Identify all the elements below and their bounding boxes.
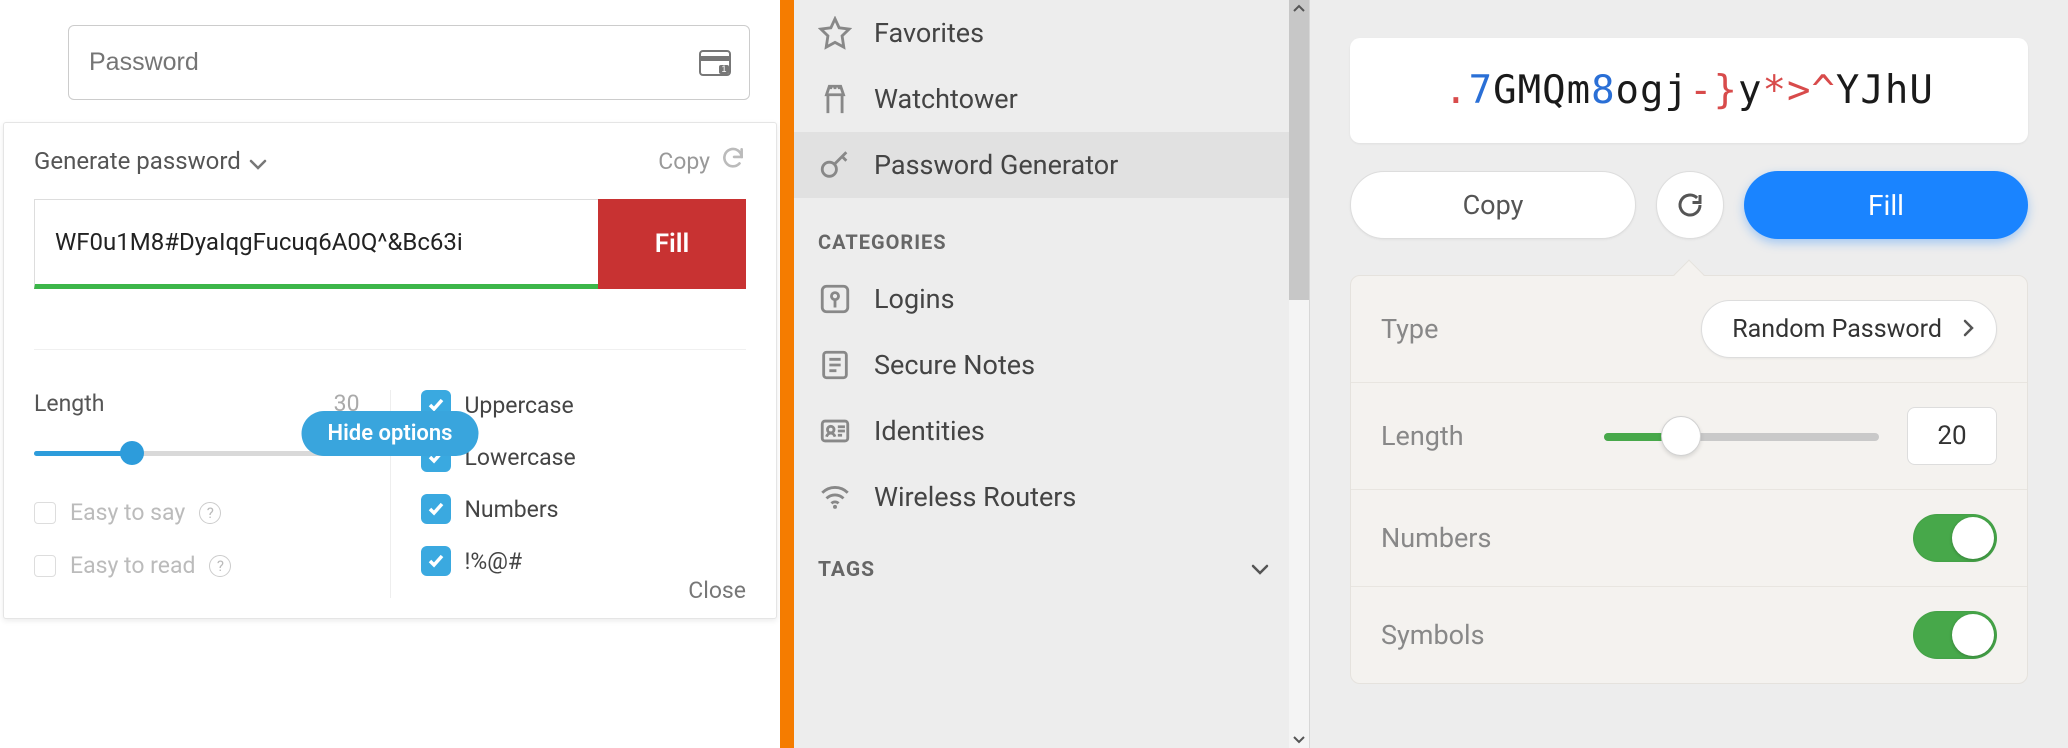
action-row: Copy Fill <box>1350 171 2028 239</box>
generate-title: Generate password <box>34 147 241 175</box>
sidebar-item-wireless-routers[interactable]: Wireless Routers <box>794 464 1309 530</box>
sidebar-item-secure-notes[interactable]: Secure Notes <box>794 332 1309 398</box>
sidebar-item-logins[interactable]: Logins <box>794 266 1309 332</box>
numbers-label: Numbers <box>1381 522 1491 554</box>
close-button[interactable]: Close <box>688 577 746 604</box>
password-field[interactable] <box>87 47 699 78</box>
id-icon <box>818 414 852 448</box>
uppercase-label: Uppercase <box>465 392 574 419</box>
tags-label: TAGS <box>818 558 875 582</box>
sidebar-label: Password Generator <box>874 149 1118 181</box>
lastpass-panel: 1 Generate password Copy WF0u1M8#DyaIqgF… <box>0 0 780 748</box>
wifi-icon <box>818 480 852 514</box>
numbers-label: Numbers <box>465 496 559 523</box>
copy-button[interactable]: Copy <box>658 145 746 177</box>
checkbox-icon <box>421 494 451 524</box>
panel-divider <box>780 0 794 748</box>
tower-icon <box>818 82 852 116</box>
type-selector[interactable]: Random Password <box>1701 300 1997 358</box>
categories-header: CATEGORIES <box>794 198 1309 266</box>
refresh-icon <box>1675 190 1705 220</box>
chevron-down-icon <box>249 149 267 177</box>
generated-password-display[interactable]: .7GMQm8ogj-}y*>^YJhU <box>1350 38 2028 143</box>
generate-password-card: Generate password Copy WF0u1M8#DyaIqgFuc… <box>3 122 777 619</box>
refresh-button[interactable] <box>1656 171 1724 239</box>
symbols-label: Symbols <box>1381 619 1485 651</box>
help-icon[interactable]: ? <box>209 555 231 577</box>
password-input-wrap: 1 <box>68 25 750 100</box>
type-value: Random Password <box>1732 315 1942 344</box>
onepassword-generator-panel: .7GMQm8ogj-}y*>^YJhU Copy Fill Type Rand… <box>1310 0 2068 748</box>
refresh-icon[interactable] <box>720 145 746 177</box>
generate-title-toggle[interactable]: Generate password <box>34 147 267 175</box>
symbols-checkbox[interactable]: !%@# <box>421 546 747 576</box>
sidebar-item-password-generator[interactable]: Password Generator <box>794 132 1309 198</box>
fill-button[interactable]: Fill <box>1744 171 2028 239</box>
onepassword-sidebar: Favorites Watchtower Password Generator … <box>794 0 1310 748</box>
sidebar-label: Wireless Routers <box>874 481 1076 513</box>
numbers-row: Numbers <box>1351 490 2027 587</box>
length-label: Length <box>1381 420 1464 452</box>
sidebar-label: Identities <box>874 415 985 447</box>
easy-to-say-option[interactable]: Easy to say ? <box>34 499 360 526</box>
easy-to-read-option[interactable]: Easy to read ? <box>34 552 360 579</box>
radio-icon <box>34 555 56 577</box>
radio-icon <box>34 502 56 524</box>
options-panel: Length 30 Easy to say ? Easy to read ? <box>34 349 746 598</box>
chevron-down-icon <box>1251 558 1269 582</box>
generate-header: Generate password Copy <box>4 123 776 199</box>
length-row: Length 20 <box>1351 383 2027 490</box>
copy-label: Copy <box>658 148 710 175</box>
scrollbar-thumb[interactable] <box>1289 0 1309 300</box>
symbols-row: Symbols <box>1351 587 2027 683</box>
help-icon[interactable]: ? <box>199 502 221 524</box>
sidebar-item-watchtower[interactable]: Watchtower <box>794 66 1309 132</box>
scrollbar[interactable] <box>1289 0 1309 748</box>
chevron-right-icon <box>1962 315 1974 344</box>
scroll-up-icon[interactable] <box>1291 0 1307 16</box>
tags-section-toggle[interactable]: TAGS <box>794 530 1309 596</box>
sidebar-label: Logins <box>874 283 955 315</box>
key-box-icon <box>818 282 852 316</box>
generated-password-row: WF0u1M8#DyaIqgFucuq6A0Q^&Bc63i Fill <box>34 199 746 289</box>
generated-password-output[interactable]: WF0u1M8#DyaIqgFucuq6A0Q^&Bc63i <box>34 199 598 289</box>
star-icon <box>818 16 852 50</box>
sidebar-label: Favorites <box>874 17 984 49</box>
lowercase-label: Lowercase <box>465 444 576 471</box>
checkbox-icon <box>421 546 451 576</box>
easy-say-label: Easy to say <box>70 499 185 526</box>
svg-text:1: 1 <box>721 64 726 74</box>
scroll-down-icon[interactable] <box>1291 732 1307 748</box>
sidebar-label: Watchtower <box>874 83 1018 115</box>
sidebar-item-identities[interactable]: Identities <box>794 398 1309 464</box>
type-row: Type Random Password <box>1351 276 2027 383</box>
autofill-icon[interactable]: 1 <box>699 50 731 76</box>
symbols-label: !%@# <box>465 548 523 575</box>
hide-options-button[interactable]: Hide options <box>302 411 479 456</box>
key-icon <box>818 148 852 182</box>
generator-settings-card: Type Random Password Length 20 Numbers S… <box>1350 275 2028 684</box>
note-icon <box>818 348 852 382</box>
length-label: Length <box>34 390 104 417</box>
numbers-checkbox[interactable]: Numbers <box>421 494 747 524</box>
fill-button[interactable]: Fill <box>598 199 746 289</box>
length-value-input[interactable]: 20 <box>1907 407 1997 465</box>
length-slider[interactable] <box>1604 418 1879 454</box>
numbers-toggle[interactable] <box>1913 514 1997 562</box>
easy-read-label: Easy to read <box>70 552 195 579</box>
sidebar-item-favorites[interactable]: Favorites <box>794 0 1309 66</box>
sidebar-label: Secure Notes <box>874 349 1035 381</box>
type-label: Type <box>1381 313 1438 345</box>
symbols-toggle[interactable] <box>1913 611 1997 659</box>
copy-button[interactable]: Copy <box>1350 171 1636 239</box>
